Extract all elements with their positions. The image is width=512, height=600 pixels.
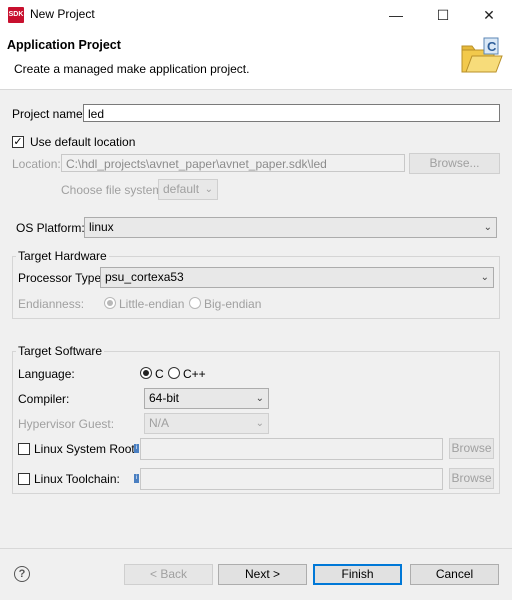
back-button[interactable]: < Back (124, 564, 213, 585)
chevron-down-icon: ⌄ (255, 393, 264, 404)
footer-divider (0, 548, 512, 549)
project-name-input[interactable]: led (83, 104, 500, 122)
compiler-label: Compiler: (18, 392, 70, 406)
compiler-value: 64-bit (149, 391, 180, 405)
cancel-button[interactable]: Cancel (410, 564, 499, 585)
linux-toolchain-browse-button[interactable]: Browse (449, 468, 494, 489)
hypervisor-guest-value: N/A (149, 416, 170, 430)
chevron-down-icon: ⌄ (480, 272, 489, 283)
hypervisor-guest-select[interactable]: N/A ⌄ (144, 413, 269, 434)
big-endian-radio[interactable] (189, 297, 201, 309)
finish-button[interactable]: Finish (313, 564, 402, 585)
next-button[interactable]: Next > (218, 564, 307, 585)
processor-type-value: psu_cortexa53 (105, 270, 184, 284)
minimize-button[interactable]: — (373, 0, 419, 30)
target-software-title: Target Software (16, 344, 105, 358)
use-default-location-checkbox[interactable]: ✓ (12, 136, 24, 148)
file-system-select[interactable]: default ⌄ (158, 179, 218, 200)
os-platform-label: OS Platform: (16, 221, 85, 235)
info-marker-icon: i (134, 474, 139, 483)
endianness-label: Endianness: (18, 297, 85, 311)
window-title: New Project (30, 7, 95, 21)
linux-system-root-browse-button[interactable]: Browse (449, 438, 494, 459)
location-input[interactable]: C:\hdl_projects\avnet_paper\avnet_paper.… (61, 154, 405, 172)
info-marker-icon: i (134, 444, 139, 453)
os-platform-select[interactable]: linux ⌄ (84, 217, 497, 238)
chevron-down-icon: ⌄ (204, 184, 213, 195)
chevron-down-icon: ⌄ (255, 418, 264, 429)
little-endian-label: Little-endian (119, 297, 185, 311)
project-name-label: Project name: (12, 107, 87, 121)
maximize-button[interactable]: ☐ (420, 0, 466, 30)
linux-system-root-checkbox[interactable] (18, 443, 30, 455)
language-cpp-radio[interactable] (168, 367, 180, 379)
big-endian-label: Big-endian (204, 297, 262, 311)
language-cpp-label: C++ (183, 367, 206, 381)
target-hardware-title: Target Hardware (16, 249, 109, 263)
processor-type-select[interactable]: psu_cortexa53 ⌄ (100, 267, 494, 288)
location-label: Location: (12, 157, 61, 171)
folder-c-icon: C (461, 37, 503, 73)
little-endian-radio[interactable] (104, 297, 116, 309)
language-label: Language: (18, 367, 75, 381)
processor-type-label: Processor Type: (18, 271, 105, 285)
file-system-value: default (163, 182, 200, 196)
help-icon[interactable]: ? (14, 566, 30, 582)
linux-toolchain-input[interactable] (140, 468, 443, 490)
sdk-app-icon: SDK (8, 7, 24, 23)
compiler-select[interactable]: 64-bit ⌄ (144, 388, 269, 409)
file-system-label: Choose file system: (61, 183, 166, 197)
use-default-location-label: Use default location (30, 135, 136, 149)
language-c-radio[interactable] (140, 367, 152, 379)
hypervisor-guest-label: Hypervisor Guest: (18, 417, 115, 431)
os-platform-value: linux (89, 220, 114, 234)
page-title: Application Project (7, 38, 121, 52)
linux-toolchain-checkbox[interactable] (18, 473, 30, 485)
linux-system-root-input[interactable] (140, 438, 443, 460)
linux-toolchain-label: Linux Toolchain: (34, 472, 120, 486)
svg-text:C: C (487, 39, 497, 54)
chevron-down-icon: ⌄ (483, 222, 492, 233)
close-button[interactable]: ✕ (466, 0, 512, 30)
language-c-label: C (155, 367, 164, 381)
page-description: Create a managed make application projec… (14, 62, 250, 76)
linux-system-root-label: Linux System Root: (34, 442, 139, 456)
location-browse-button[interactable]: Browse... (409, 153, 500, 174)
